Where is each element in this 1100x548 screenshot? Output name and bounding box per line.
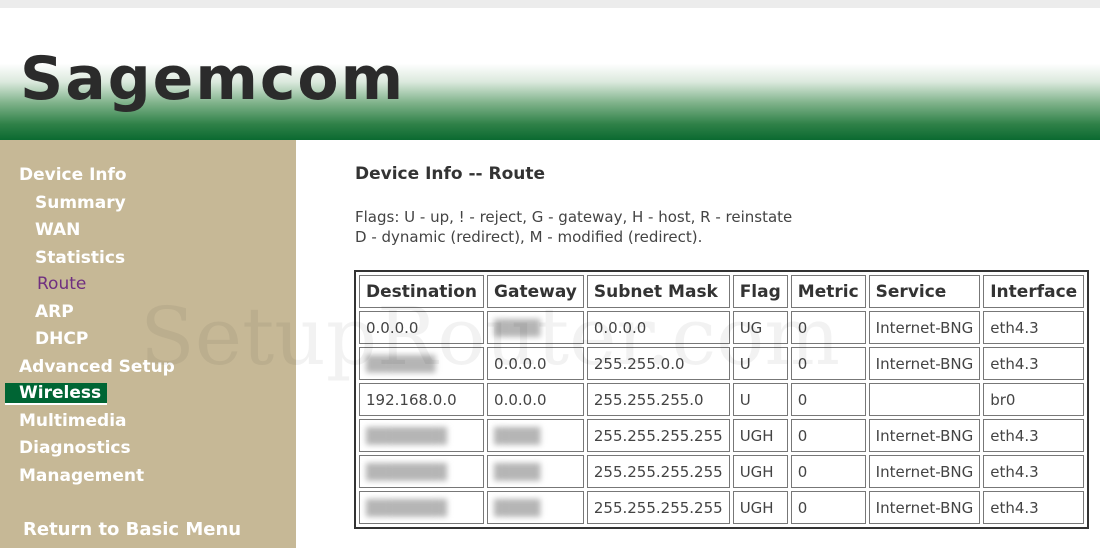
table-row: ██████ 0.0.0.0 255.255.0.0 U 0 Internet-…	[359, 347, 1085, 380]
cell-destination: 0.0.0.0	[359, 311, 485, 344]
cell-flag: U	[732, 383, 788, 416]
sidebar-item-route[interactable]: Route	[37, 274, 86, 294]
sidebar-item-diagnostics[interactable]: Diagnostics	[19, 438, 131, 458]
cell-gateway-redacted: ████	[487, 455, 584, 488]
col-service: Service	[868, 275, 981, 308]
sagemcom-logo: Sagemcom	[20, 44, 406, 114]
cell-interface: eth4.3	[983, 419, 1085, 452]
cell-service: Internet-BNG	[868, 419, 981, 452]
cell-subnet-mask: 255.255.0.0	[586, 347, 730, 380]
cell-subnet-mask: 255.255.255.255	[586, 491, 730, 524]
redacted-value: ████	[494, 318, 541, 337]
cell-interface: eth4.3	[983, 455, 1085, 488]
flags-line-2: D - dynamic (redirect), M - modified (re…	[355, 228, 703, 246]
cell-interface: eth4.3	[983, 311, 1085, 344]
col-metric: Metric	[790, 275, 866, 308]
redacted-value: ███████	[366, 498, 447, 517]
cell-interface: eth4.3	[983, 347, 1085, 380]
cell-service: Internet-BNG	[868, 311, 981, 344]
cell-destination-redacted: ███████	[359, 419, 485, 452]
redacted-value: ███████	[366, 426, 447, 445]
cell-metric: 0	[790, 383, 866, 416]
sidebar-item-wireless[interactable]: Wireless	[5, 383, 108, 405]
top-strip	[0, 0, 1100, 8]
col-flag: Flag	[732, 275, 788, 308]
table-row: 0.0.0.0 ████ 0.0.0.0 UG 0 Internet-BNG e…	[359, 311, 1085, 344]
cell-gateway-redacted: ████	[487, 491, 584, 524]
cell-destination: 192.168.0.0	[359, 383, 485, 416]
table-row: ███████ ████ 255.255.255.255 UGH 0 Inter…	[359, 419, 1085, 452]
cell-service	[868, 383, 981, 416]
sidebar-item-dhcp[interactable]: DHCP	[35, 329, 88, 349]
sidebar-item-arp[interactable]: ARP	[35, 302, 74, 322]
sidebar: Device Info Summary WAN Statistics Route…	[0, 140, 296, 548]
cell-metric: 0	[790, 311, 866, 344]
table-row: ███████ ████ 255.255.255.255 UGH 0 Inter…	[359, 455, 1085, 488]
page-title: Device Info -- Route	[355, 164, 546, 184]
cell-flag: UGH	[732, 491, 788, 524]
cell-flag: UGH	[732, 455, 788, 488]
cell-destination-redacted: ██████	[359, 347, 485, 380]
col-gateway: Gateway	[487, 275, 584, 308]
cell-gateway: 0.0.0.0	[487, 347, 584, 380]
flags-line-1: Flags: U - up, ! - reject, G - gateway, …	[355, 208, 793, 226]
sidebar-item-multimedia[interactable]: Multimedia	[19, 411, 127, 431]
sidebar-item-device-info[interactable]: Device Info	[19, 165, 127, 185]
cell-metric: 0	[790, 491, 866, 524]
table-header-row: Destination Gateway Subnet Mask Flag Met…	[359, 275, 1085, 308]
cell-interface: br0	[983, 383, 1085, 416]
cell-service: Internet-BNG	[868, 491, 981, 524]
cell-subnet-mask: 255.255.255.255	[586, 419, 730, 452]
sidebar-item-summary[interactable]: Summary	[35, 193, 126, 213]
header-banner: Sagemcom	[0, 8, 1100, 140]
flags-legend: Flags: U - up, ! - reject, G - gateway, …	[355, 207, 792, 247]
cell-interface: eth4.3	[983, 491, 1085, 524]
cell-subnet-mask: 255.255.255.255	[586, 455, 730, 488]
sidebar-item-statistics[interactable]: Statistics	[35, 248, 125, 268]
sidebar-item-wan[interactable]: WAN	[35, 220, 80, 240]
redacted-value: ████	[494, 498, 541, 517]
sidebar-item-management[interactable]: Management	[19, 466, 144, 486]
col-subnet-mask: Subnet Mask	[586, 275, 730, 308]
route-table: Destination Gateway Subnet Mask Flag Met…	[354, 270, 1090, 529]
col-destination: Destination	[359, 275, 485, 308]
redacted-value: ██████	[366, 354, 436, 373]
cell-flag: UGH	[732, 419, 788, 452]
cell-flag: UG	[732, 311, 788, 344]
table-row: ███████ ████ 255.255.255.255 UGH 0 Inter…	[359, 491, 1085, 524]
main-content: Device Info -- Route Flags: U - up, ! - …	[296, 140, 1100, 548]
col-interface: Interface	[983, 275, 1085, 308]
cell-destination-redacted: ███████	[359, 455, 485, 488]
redacted-value: ███████	[366, 462, 447, 481]
cell-metric: 0	[790, 419, 866, 452]
cell-metric: 0	[790, 347, 866, 380]
cell-gateway: 0.0.0.0	[487, 383, 584, 416]
table-row: 192.168.0.0 0.0.0.0 255.255.255.0 U 0 br…	[359, 383, 1085, 416]
sidebar-item-advanced-setup[interactable]: Advanced Setup	[19, 357, 175, 377]
cell-subnet-mask: 0.0.0.0	[586, 311, 730, 344]
cell-metric: 0	[790, 455, 866, 488]
cell-destination-redacted: ███████	[359, 491, 485, 524]
cell-gateway-redacted: ████	[487, 419, 584, 452]
cell-gateway-redacted: ████	[487, 311, 584, 344]
cell-service: Internet-BNG	[868, 455, 981, 488]
redacted-value: ████	[494, 426, 541, 445]
cell-service: Internet-BNG	[868, 347, 981, 380]
cell-subnet-mask: 255.255.255.0	[586, 383, 730, 416]
cell-flag: U	[732, 347, 788, 380]
return-to-basic-menu-link[interactable]: Return to Basic Menu	[23, 520, 241, 540]
redacted-value: ████	[494, 462, 541, 481]
